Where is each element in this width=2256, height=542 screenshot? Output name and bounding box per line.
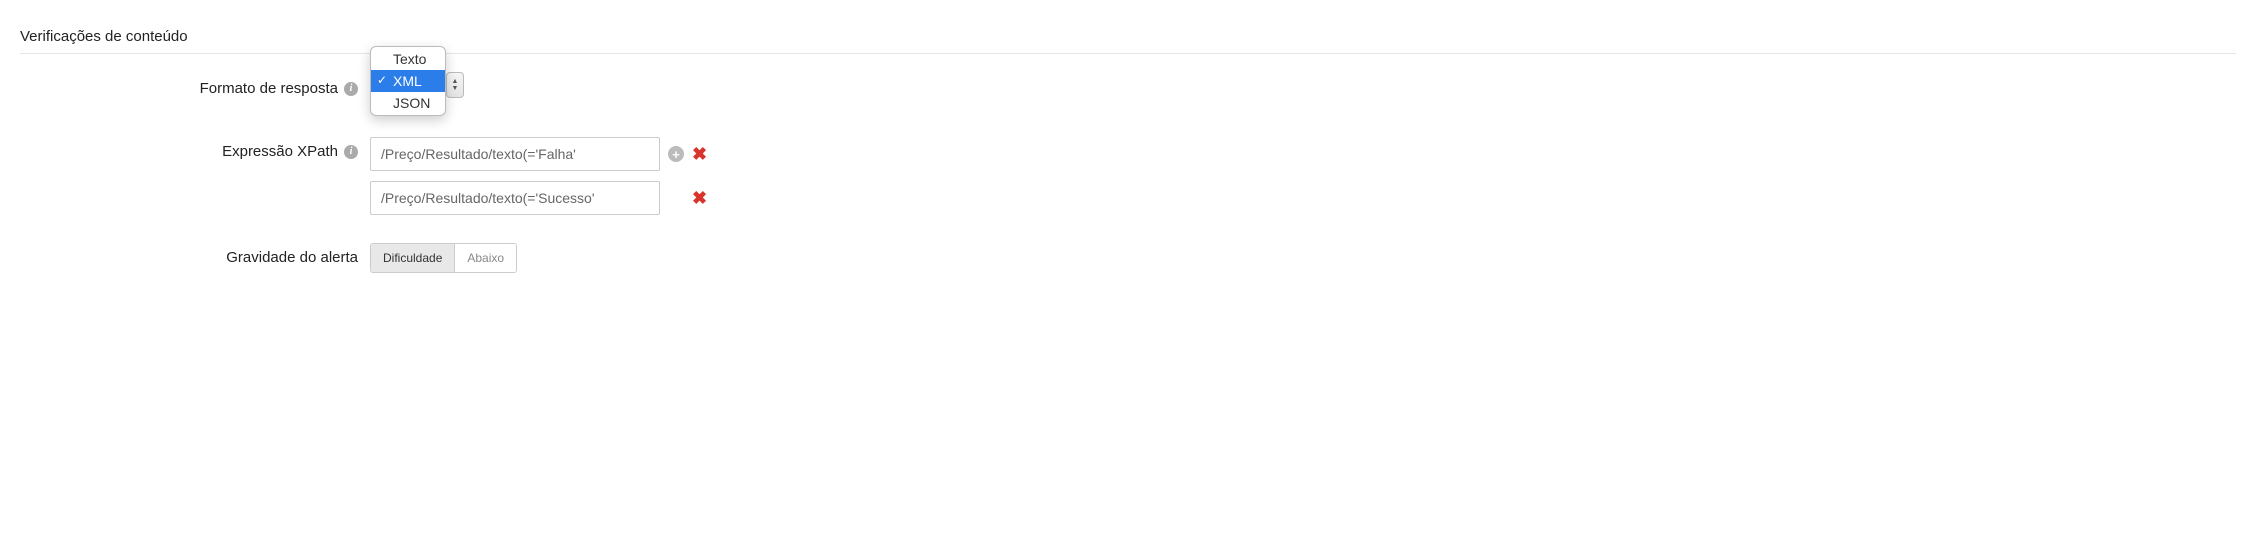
label-text: Gravidade do alerta (226, 249, 358, 266)
label-severity: Gravidade do alerta (20, 243, 370, 266)
row-response-format: Formato de resposta i ▲▼ Texto XML JSON (20, 74, 2236, 97)
xpath-row-0: + ✖ (370, 137, 707, 171)
remove-icon[interactable]: ✖ (692, 189, 707, 207)
info-icon[interactable]: i (344, 145, 358, 159)
add-icon[interactable]: + (668, 146, 684, 162)
row-xpath: Expressão XPath i + ✖ ✖ (20, 137, 2236, 215)
info-icon[interactable]: i (344, 82, 358, 96)
dropdown-list: Texto XML JSON (370, 46, 446, 116)
dropdown-option-xml[interactable]: XML (371, 70, 445, 92)
select-stepper-icon[interactable]: ▲▼ (446, 72, 464, 98)
remove-icon[interactable]: ✖ (692, 145, 707, 163)
severity-option-abaixo[interactable]: Abaixo (454, 244, 516, 272)
row-severity: Gravidade do alerta Dificuldade Abaixo (20, 243, 2236, 273)
severity-toggle: Dificuldade Abaixo (370, 243, 517, 273)
xpath-input[interactable] (370, 181, 660, 215)
xpath-row-1: ✖ (370, 181, 707, 215)
section-title: Verificações de conteúdo (20, 20, 2236, 54)
label-xpath: Expressão XPath i (20, 137, 370, 160)
label-text: Formato de resposta (200, 80, 338, 97)
xpath-input[interactable] (370, 137, 660, 171)
label-response-format: Formato de resposta i (20, 74, 370, 97)
severity-option-dificuldade[interactable]: Dificuldade (371, 244, 454, 272)
label-text: Expressão XPath (222, 143, 338, 160)
dropdown-option-texto[interactable]: Texto (371, 48, 445, 70)
dropdown-option-json[interactable]: JSON (371, 92, 445, 114)
